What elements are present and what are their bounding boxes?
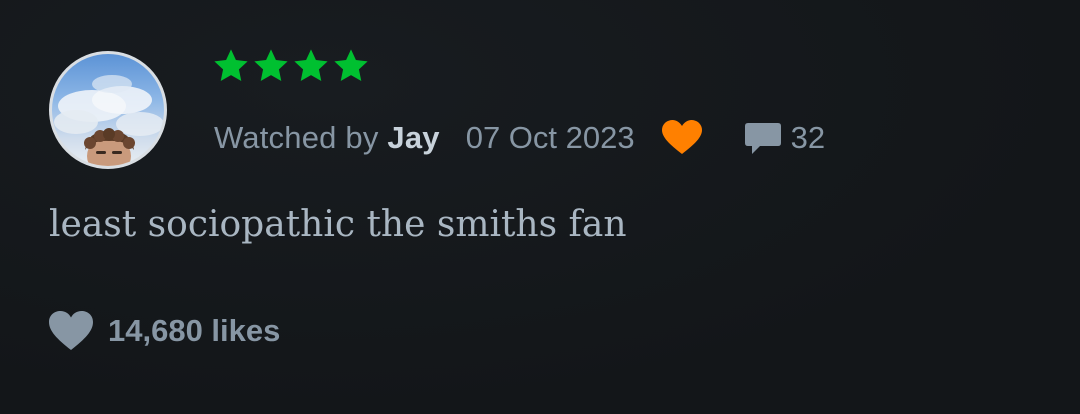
star-icon: [294, 49, 328, 82]
review-date: 07 Oct 2023: [465, 120, 635, 155]
heart-icon: [661, 120, 702, 154]
avatar[interactable]: [49, 51, 167, 169]
star-icon: [254, 49, 288, 82]
comment-bubble-icon: [744, 123, 781, 154]
heart-icon: [49, 311, 93, 350]
watched-by-label: Watched by: [214, 120, 379, 155]
watched-by: Watched by Jay: [214, 120, 440, 156]
like-review-button[interactable]: 14,680 likes: [48, 310, 280, 352]
review-meta: Watched by Jay 07 Oct 2023 32: [214, 116, 825, 160]
avatar-image: [54, 75, 164, 166]
review-body: least sociopathic the smiths fan: [49, 204, 627, 245]
star-icon: [334, 49, 368, 82]
comments-link[interactable]: 32: [743, 118, 825, 158]
comment-count: 32: [790, 120, 826, 155]
star-icon: [214, 49, 248, 82]
likes-count: 14,680 likes: [108, 313, 281, 348]
star-rating: [212, 47, 370, 87]
reviewer-name[interactable]: Jay: [387, 120, 439, 155]
review-card: Watched by Jay 07 Oct 2023 32 least soci…: [0, 0, 1080, 414]
